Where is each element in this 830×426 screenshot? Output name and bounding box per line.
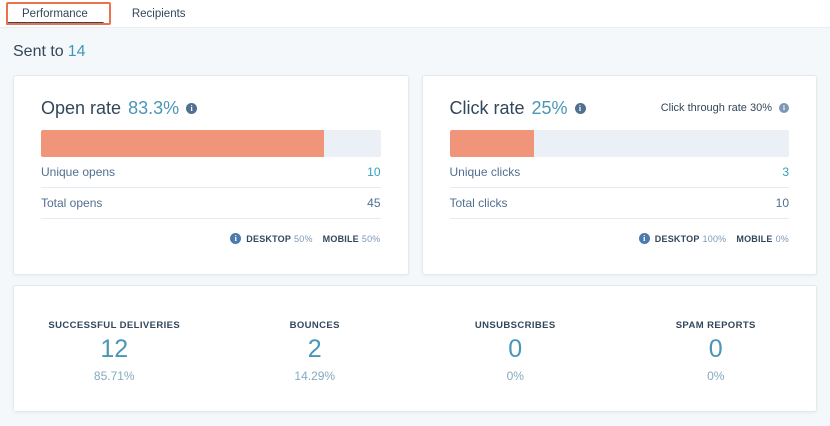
stat-successful-deliveries: SUCCESSFUL DELIVERIES 12 85.71% xyxy=(14,314,215,383)
total-opens-value: 45 xyxy=(367,196,381,210)
tab-recipients[interactable]: Recipients xyxy=(110,0,208,27)
stat-percent: 0% xyxy=(506,368,524,383)
metric-cards-row: Open rate 83.3% i Unique opens 10 Total … xyxy=(13,75,817,275)
desktop-value: 100% xyxy=(702,233,727,244)
unique-clicks-row: Unique clicks 3 xyxy=(449,157,789,188)
stat-unsubscribes: UNSUBSCRIBES 0 0% xyxy=(415,314,616,383)
unique-clicks-value[interactable]: 3 xyxy=(782,165,789,179)
mobile-label: MOBILE xyxy=(322,233,359,244)
performance-page: Sent to 14 Open rate 83.3% i Unique opens… xyxy=(0,28,830,412)
stat-value[interactable]: 0 xyxy=(508,336,522,364)
stat-spam-reports: SPAM REPORTS 0 0% xyxy=(616,314,817,383)
mobile-value: 0% xyxy=(775,233,789,244)
stat-label: UNSUBSCRIBES xyxy=(474,320,556,332)
total-clicks-row: Total clicks 10 xyxy=(449,188,789,219)
click-rate-bar-fill xyxy=(449,130,535,157)
open-rate-devices-footer: i DESKTOP 50% MOBILE 50% xyxy=(41,233,381,244)
click-rate-info-icon[interactable]: i xyxy=(574,102,586,114)
stat-percent: 14.29% xyxy=(294,368,336,383)
stat-label: SPAM REPORTS xyxy=(675,320,756,332)
desktop-value: 50% xyxy=(294,233,313,244)
click-rate-header: Click rate 25% i Click through rate 30% … xyxy=(449,95,789,121)
devices-info-icon[interactable]: i xyxy=(638,233,650,244)
total-clicks-label: Total clicks xyxy=(449,196,508,210)
mobile-value: 50% xyxy=(361,233,381,244)
click-rate-title: Click rate xyxy=(449,97,525,118)
stat-value[interactable]: 0 xyxy=(709,336,723,364)
stat-label: BOUNCES xyxy=(289,320,340,332)
desktop-label: DESKTOP xyxy=(654,233,700,244)
sent-to-count[interactable]: 14 xyxy=(68,43,86,60)
unique-opens-label: Unique opens xyxy=(41,165,116,179)
sent-to-line: Sent to 14 xyxy=(13,28,817,75)
stat-label: SUCCESSFUL DELIVERIES xyxy=(48,320,181,332)
tab-bar: Performance Recipients xyxy=(0,0,830,28)
unique-clicks-label: Unique clicks xyxy=(449,165,521,179)
click-rate-bar-track xyxy=(449,130,789,157)
click-rate-value: 25% xyxy=(531,97,568,118)
click-through-info-icon[interactable]: i xyxy=(779,103,789,113)
click-through-rate: Click through rate 30% i xyxy=(661,102,789,114)
open-rate-bar-fill xyxy=(41,130,324,157)
stat-value[interactable]: 12 xyxy=(100,336,128,364)
active-tab-underline xyxy=(6,22,104,25)
stat-value[interactable]: 2 xyxy=(308,336,322,364)
mobile-label: MOBILE xyxy=(736,233,773,244)
stat-bounces: BOUNCES 2 14.29% xyxy=(215,314,416,383)
click-rate-card: Click rate 25% i Click through rate 30% … xyxy=(421,75,817,275)
click-through-rate-label: Click through rate 30% xyxy=(660,102,772,114)
open-rate-value: 83.3% xyxy=(128,97,180,118)
total-opens-row: Total opens 45 xyxy=(41,188,381,219)
total-clicks-value: 10 xyxy=(775,196,789,210)
desktop-label: DESKTOP xyxy=(246,233,292,244)
stat-percent: 0% xyxy=(707,368,725,383)
tab-performance-label: Performance xyxy=(22,7,88,20)
unique-opens-value[interactable]: 10 xyxy=(367,165,380,179)
unique-opens-row: Unique opens 10 xyxy=(41,157,381,188)
open-rate-header: Open rate 83.3% i xyxy=(41,95,381,121)
devices-info-icon[interactable]: i xyxy=(230,233,242,244)
click-rate-devices-footer: i DESKTOP 100% MOBILE 0% xyxy=(450,233,790,244)
open-rate-title: Open rate xyxy=(41,97,122,118)
open-rate-bar-track xyxy=(41,130,381,157)
open-rate-card: Open rate 83.3% i Unique opens 10 Total … xyxy=(13,75,409,275)
tab-performance[interactable]: Performance xyxy=(0,0,110,27)
stat-percent: 85.71% xyxy=(93,368,135,383)
sent-to-label: Sent to xyxy=(13,43,64,60)
delivery-summary-card: SUCCESSFUL DELIVERIES 12 85.71% BOUNCES … xyxy=(13,285,817,412)
tab-recipients-label: Recipients xyxy=(131,7,186,20)
open-rate-info-icon[interactable]: i xyxy=(186,102,198,114)
total-opens-label: Total opens xyxy=(41,196,103,210)
